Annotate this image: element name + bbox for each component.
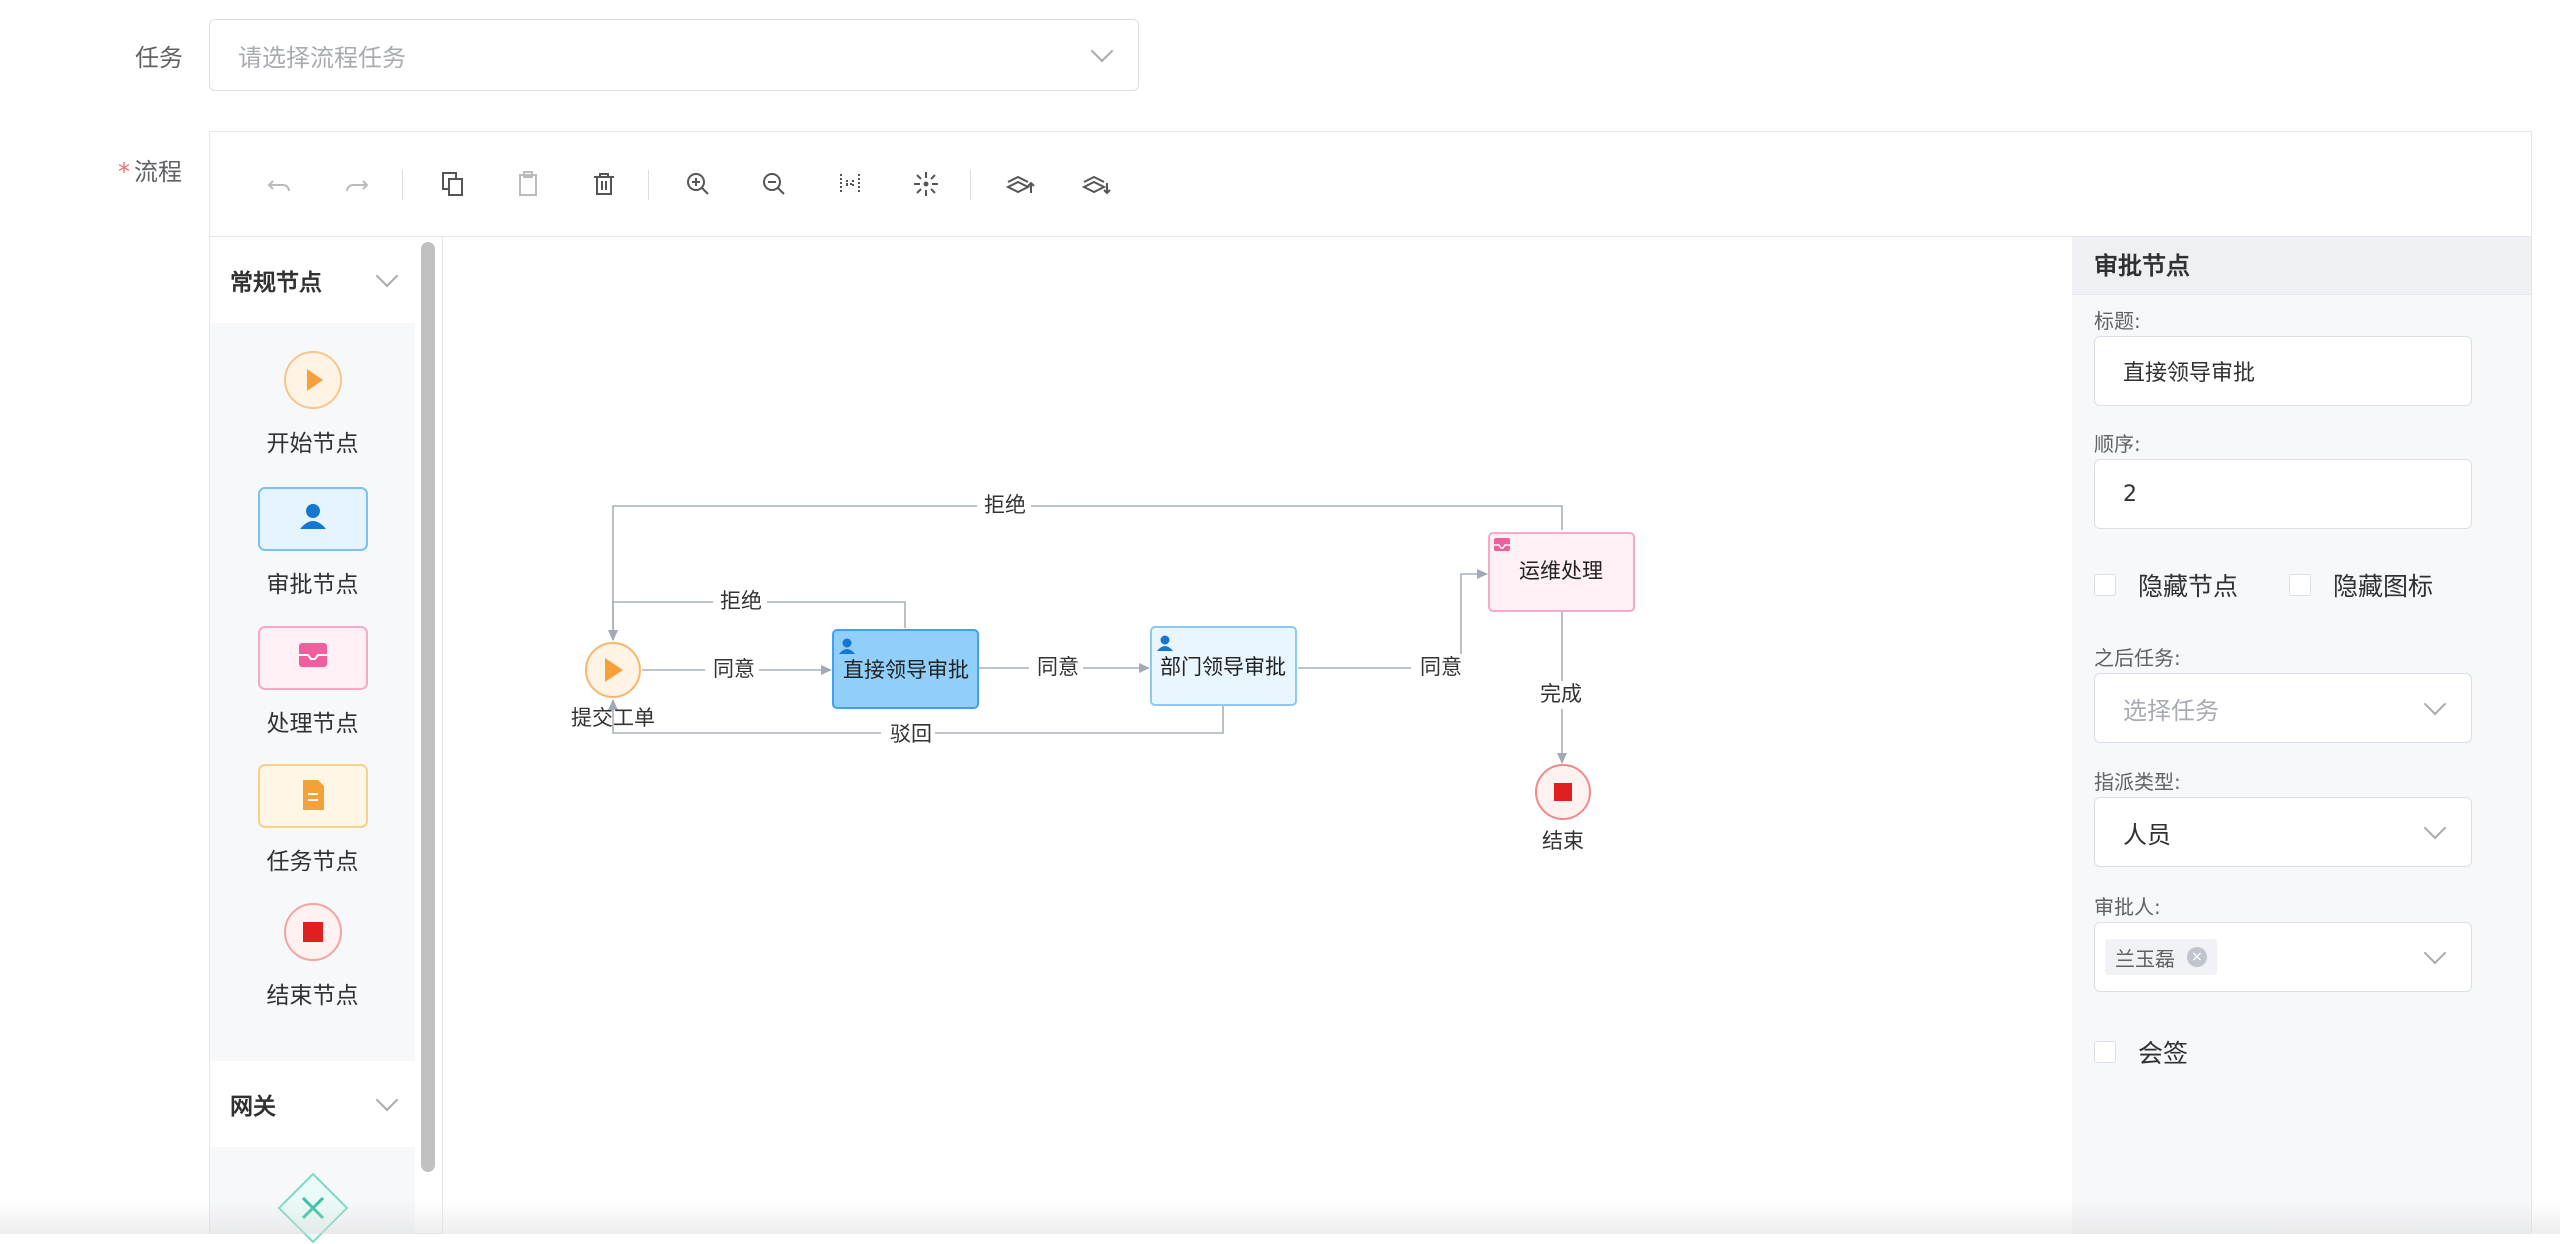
palette-scrollbar[interactable] xyxy=(421,242,435,1172)
node-label-end: 结束 xyxy=(1542,830,1584,853)
hide-node-checkbox[interactable]: 隐藏节点 xyxy=(2094,567,2238,603)
node-label-ops: 运维处理 xyxy=(1519,560,1603,583)
order-input[interactable]: 2 xyxy=(2094,459,2472,529)
palette-group-title: 常规节点 xyxy=(230,270,322,296)
chevron-down-icon xyxy=(375,264,399,288)
paste-icon[interactable] xyxy=(508,164,548,204)
toolbar-divider xyxy=(648,170,649,200)
chevron-down-icon xyxy=(375,1088,399,1112)
next-task-label: 之后任务: xyxy=(2094,646,2181,670)
node-palette: 常规节点 开始节点 审批节点 处理节点 任务节点 结束节点 网关 xyxy=(210,237,415,1244)
palette-group-title: 网关 xyxy=(230,1094,276,1120)
task-node-icon xyxy=(257,764,368,828)
task-select[interactable]: 请选择流程任务 xyxy=(209,19,1139,91)
palette-group-regular[interactable]: 常规节点 xyxy=(210,237,415,323)
import-icon[interactable] xyxy=(1000,164,1040,204)
palette-item-start[interactable]: 开始节点 xyxy=(210,350,415,458)
flow-canvas[interactable]: 同意 同意 同意 拒绝 拒绝 驳回 完成 提交工单 直接领导审批 部门领导审批 … xyxy=(442,237,2073,1234)
node-start[interactable]: 提交工单 xyxy=(571,642,655,730)
edge-label-agree-2: 同意 xyxy=(1037,656,1079,679)
props-title: 审批节点 xyxy=(2072,237,2531,295)
node-end[interactable]: 结束 xyxy=(1535,764,1591,853)
flow-label: * 流程 xyxy=(118,152,182,187)
hide-icon-checkbox[interactable]: 隐藏图标 xyxy=(2289,567,2433,603)
countersign-checkbox[interactable]: 会签 xyxy=(2094,1034,2188,1070)
assign-type-value: 人员 xyxy=(2123,820,2171,849)
checkbox-box xyxy=(2289,574,2311,596)
toolbar-divider xyxy=(402,170,403,200)
node-label-direct: 直接领导审批 xyxy=(843,659,969,682)
order-label: 顺序: xyxy=(2094,432,2141,456)
edge-label-complete: 完成 xyxy=(1540,683,1582,706)
chevron-down-icon xyxy=(1090,39,1114,63)
task-label: 任务 xyxy=(135,44,183,72)
edge-reject-outer[interactable] xyxy=(613,505,1563,640)
copy-icon[interactable] xyxy=(432,164,472,204)
approve-node-icon xyxy=(257,487,368,551)
palette-item-handle[interactable]: 处理节点 xyxy=(210,626,415,738)
title-input[interactable]: 直接领导审批 xyxy=(2094,336,2472,406)
checkbox-box xyxy=(2094,1041,2116,1063)
palette-item-approve[interactable]: 审批节点 xyxy=(210,487,415,599)
palette-item-label: 审批节点 xyxy=(266,572,359,598)
node-dept-approval[interactable]: 部门领导审批 xyxy=(1150,626,1297,706)
gateway-node-icon[interactable] xyxy=(277,1172,349,1244)
assign-type-select[interactable]: 人员 xyxy=(2094,797,2472,867)
chevron-down-icon xyxy=(2423,816,2447,840)
title-input-value: 直接领导审批 xyxy=(2123,361,2256,386)
chevron-down-icon xyxy=(2423,692,2447,716)
handle-node-icon xyxy=(257,626,368,690)
assign-type-label: 指派类型: xyxy=(2094,770,2181,794)
title-label: 标题: xyxy=(2094,309,2141,333)
node-direct-approval[interactable]: 直接领导审批 xyxy=(832,629,979,709)
actual-size-icon[interactable] xyxy=(906,164,946,204)
edge-label-agree-1: 同意 xyxy=(713,658,755,681)
hide-icon-label: 隐藏图标 xyxy=(2333,572,2434,601)
flow-label-text: 流程 xyxy=(134,158,182,186)
zoom-in-icon[interactable] xyxy=(678,164,718,204)
close-icon[interactable]: × xyxy=(2187,947,2207,967)
order-input-value: 2 xyxy=(2123,481,2137,507)
chevron-down-icon xyxy=(2423,941,2447,965)
node-label-start: 提交工单 xyxy=(571,707,655,730)
approver-tag-label: 兰玉磊 xyxy=(2115,946,2175,971)
approver-label: 审批人: xyxy=(2094,895,2161,919)
export-icon[interactable] xyxy=(1076,164,1116,204)
inbox-icon xyxy=(1494,538,1510,551)
task-select-placeholder: 请选择流程任务 xyxy=(238,43,406,72)
approver-tag: 兰玉磊 × xyxy=(2105,939,2217,975)
flow-diagram: 同意 同意 同意 拒绝 拒绝 驳回 完成 提交工单 直接领导审批 部门领导审批 … xyxy=(571,492,1635,853)
palette-item-label: 开始节点 xyxy=(266,431,359,457)
properties-panel: 审批节点 标题: 直接领导审批 顺序: 2 隐藏节点 隐藏图标 之后任务: 选择… xyxy=(2072,237,2531,1234)
palette-item-label: 结束节点 xyxy=(266,983,359,1009)
redo-icon[interactable] xyxy=(336,164,376,204)
edge-label-reject-inner: 拒绝 xyxy=(720,590,762,613)
countersign-label: 会签 xyxy=(2138,1039,2189,1068)
toolbar-divider xyxy=(970,170,971,200)
edge-agree-3[interactable] xyxy=(1298,569,1488,669)
fit-icon[interactable] xyxy=(830,164,870,204)
edge-label-agree-3: 同意 xyxy=(1420,656,1462,679)
next-task-select[interactable]: 选择任务 xyxy=(2094,673,2472,743)
palette-item-end[interactable]: 结束节点 xyxy=(210,902,415,1010)
palette-item-task[interactable]: 任务节点 xyxy=(210,764,415,876)
approver-select[interactable]: 兰玉磊 × xyxy=(2094,922,2472,992)
undo-icon[interactable] xyxy=(260,164,300,204)
editor-toolbar xyxy=(210,132,2531,237)
checkbox-box xyxy=(2094,574,2116,596)
palette-item-label: 处理节点 xyxy=(266,711,359,737)
next-task-placeholder: 选择任务 xyxy=(2123,696,2219,725)
edge-label-reject-outer: 拒绝 xyxy=(984,494,1026,517)
required-mark: * xyxy=(118,158,130,186)
node-ops-handle[interactable]: 运维处理 xyxy=(1488,532,1635,612)
start-node-icon xyxy=(283,351,342,409)
edge-label-rollback: 驳回 xyxy=(890,723,932,746)
palette-group-gateway[interactable]: 网关 xyxy=(210,1061,415,1147)
delete-icon[interactable] xyxy=(584,164,624,204)
hide-node-label: 隐藏节点 xyxy=(2138,572,2239,601)
zoom-out-icon[interactable] xyxy=(754,164,794,204)
node-label-dept: 部门领导审批 xyxy=(1160,656,1286,679)
end-node-icon xyxy=(283,903,342,961)
palette-item-label: 任务节点 xyxy=(266,849,359,875)
